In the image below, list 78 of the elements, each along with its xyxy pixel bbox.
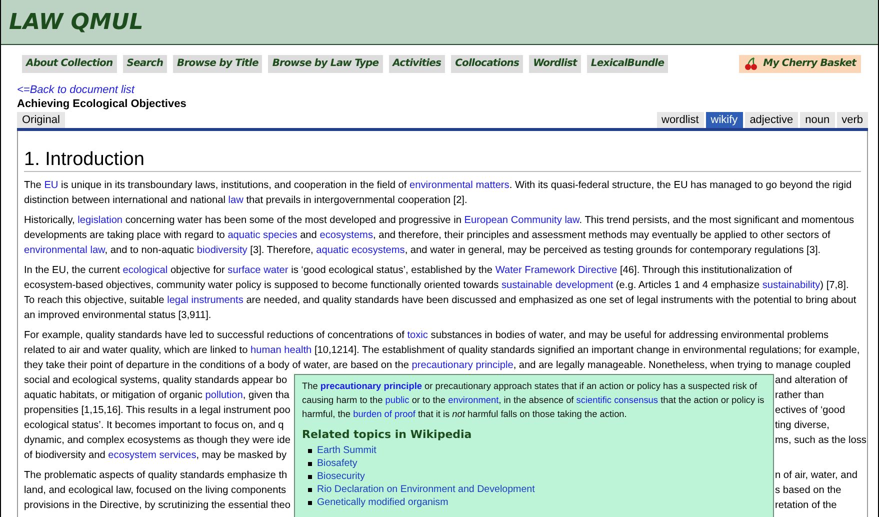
link[interactable]: precautionary principle — [412, 360, 514, 371]
text-fragment: social and ecological systems, quality standards appear bo — [24, 375, 288, 386]
link[interactable]: aquatic species — [228, 230, 298, 241]
link[interactable]: sustainable development — [501, 280, 614, 291]
related-link[interactable]: Earth Summit — [317, 444, 376, 457]
bullet-icon — [308, 488, 312, 492]
link[interactable]: human health — [250, 345, 312, 356]
back-link[interactable]: <=Back to document list — [17, 83, 134, 97]
nav-button[interactable]: Collocations — [451, 55, 524, 73]
link[interactable]: public — [385, 395, 410, 405]
nav-button[interactable]: Browse by Title — [173, 55, 262, 73]
related-link[interactable]: Rio Declaration on Environment and Development — [317, 483, 535, 496]
bullet-icon — [308, 462, 312, 466]
text-fragment: dynamic, and complex ecosystems as though they were ide — [24, 435, 290, 446]
view-tab[interactable]: adjective — [744, 112, 798, 128]
link[interactable]: ecosystem services — [108, 450, 196, 461]
link[interactable]: environment — [448, 395, 499, 405]
link[interactable]: burden of proof — [353, 409, 416, 419]
text-fragment: rather than — [775, 389, 824, 403]
link[interactable]: ecosystems — [320, 230, 374, 241]
link[interactable]: toxic — [407, 330, 428, 341]
link[interactable]: surface water — [228, 265, 288, 276]
link[interactable]: Water Framework Directive — [495, 265, 618, 276]
paragraph: In the EU, the current ecological objective for surface water is ‘good ecological status’, established by the Water Framework Directive [46]. Through this institutionalization of ecosystem-based objectives, community water policy is supposed to become functionally oriented towards sustainable development (e.g. Articles 1 and 4 emphasize sustainability) [7,8]. To reach this objective, suitable legal instruments are needed, and quality standards have been discussed and emphasized as one set of legal instruments with the potential to bring about an improved environmental status [3,911]. — [24, 264, 856, 323]
bullet-icon — [308, 474, 312, 478]
link[interactable]: scientific consensus — [576, 395, 658, 405]
cherry-icon — [744, 57, 758, 71]
related-link[interactable]: Biosecurity — [317, 470, 365, 483]
section-heading: 1. Introduction — [24, 149, 861, 172]
link[interactable]: aquatic ecosystems — [316, 245, 405, 256]
text-fragment: of biodiversity and ecosystem services, may be masked by — [24, 450, 287, 461]
bullet-icon — [308, 448, 312, 452]
nav-button[interactable]: Search — [122, 55, 168, 73]
nav-button[interactable]: Browse by Law Type — [268, 55, 383, 73]
cherry-basket-button[interactable]: My Cherry Basket — [739, 55, 861, 73]
text-fragment: retation of the — [775, 499, 837, 513]
link[interactable]: environmental matters — [409, 180, 510, 191]
related-link[interactable]: Biosafety — [317, 457, 358, 470]
site-title: LAW QMUL — [9, 8, 144, 36]
related-heading: Related topics in Wikipedia — [302, 427, 472, 442]
nav-button[interactable]: Wordlist — [529, 55, 581, 73]
nav-button[interactable]: Activities — [388, 55, 446, 73]
view-tab[interactable]: wikify — [706, 112, 743, 128]
link[interactable]: European Community law — [464, 215, 580, 226]
document-title: Achieving Ecological Objectives — [17, 97, 186, 111]
nav-button[interactable]: About Collection — [22, 55, 117, 73]
link[interactable]: pollution — [205, 390, 243, 401]
link[interactable]: environmental law — [24, 245, 105, 256]
text-fragment: and alteration of — [775, 374, 848, 388]
text-fragment: ectives of ‘good — [775, 404, 846, 418]
text-fragment: aquatic habitats, or mitigation of organic pollution, given tha — [24, 390, 290, 401]
text-fragment: propensities [1,15,16]. This results in a legal instrument poo — [24, 405, 290, 416]
text-fragment: ecological status’. It becomes important to focus on, and q — [24, 420, 284, 431]
link[interactable]: legislation — [78, 215, 123, 226]
nav-button[interactable]: LexicalBundle — [586, 55, 668, 73]
link[interactable]: legal instruments — [167, 295, 244, 306]
link[interactable]: ecological — [122, 265, 168, 276]
link[interactable]: EU — [44, 180, 58, 191]
view-tab[interactable]: verb — [836, 112, 868, 128]
paragraph: The EU is unique in its transboundary laws, institutions, and cooperation in the field of environmental matters. With its quasi-federal structure, the EU has managed to go beyond the rigid distinction between international and national law that prevails in intergovernmental cooperation [2]. — [24, 179, 852, 208]
paragraph: Historically, legislation concerning water has been some of the most developed and progressive in European Community law. This trend persists, and the most significant and momentous developments are taking place with regard to aquatic species and ecosystems, and therefore, their principles and assessment methods may eventually be applied to other sectors of environmental law, and to non-aquatic biodiversity [3]. Therefore, aquatic ecosystems, and water in general, may be perceived as testing grounds for contemporary regulations [3]. — [24, 214, 854, 258]
link[interactable]: biodiversity — [196, 245, 248, 256]
text-fragment: s based on the — [775, 484, 842, 498]
link[interactable]: sustainability — [762, 280, 820, 291]
bullet-icon — [308, 500, 312, 504]
text-fragment: ting diverse, — [775, 419, 830, 433]
view-tab[interactable]: wordlist — [656, 112, 704, 128]
link[interactable]: precautionary principle — [320, 381, 422, 391]
text-fragment: land, and ecological law, focused on the living components — [24, 485, 286, 496]
text-fragment: n of air, water, and — [775, 469, 858, 483]
link[interactable]: law — [228, 195, 244, 206]
view-tab[interactable]: noun — [800, 112, 835, 128]
text-fragment: The problematic aspects of quality standards emphasize th — [24, 470, 288, 481]
view-tab[interactable]: Original — [17, 112, 65, 128]
text-fragment: ms, such as the loss — [775, 434, 866, 448]
popup-text: The precautionary principle or precautionary approach states that if an action or policy has a suspected risk of causing harm to the public or to the environment, in the absence of scientific consensus that the action or policy is harmful, the burden of proof that it is not harmful falls on those taking the action. — [302, 380, 766, 421]
related-link[interactable]: Genetically modified organism — [317, 496, 448, 509]
text-fragment: provisions in the Directive, by scrutinizing the essential theo — [24, 500, 290, 511]
